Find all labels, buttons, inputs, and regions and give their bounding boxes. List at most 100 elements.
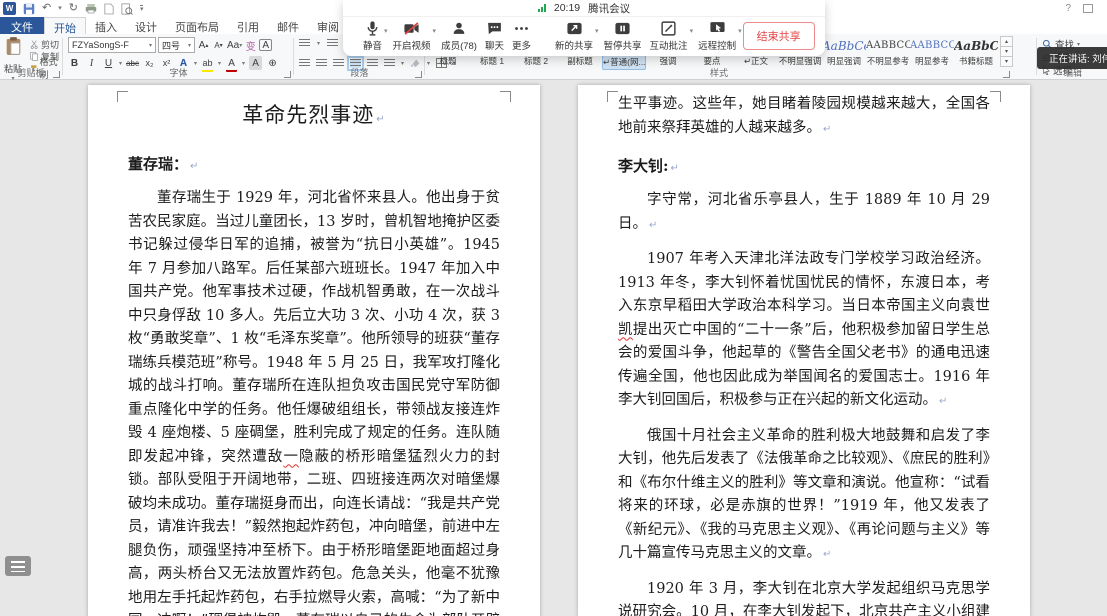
paragraph-dialog-launcher[interactable]	[415, 71, 422, 78]
copy-icon	[30, 52, 39, 61]
annotate-caret-icon[interactable]: ▾	[690, 27, 694, 35]
tab-references[interactable]: 引用	[228, 17, 268, 34]
cut-icon	[30, 40, 39, 49]
start-video-button[interactable]: 开启视频	[389, 20, 435, 52]
network-signal-icon	[538, 4, 546, 12]
ellipsis-icon	[513, 20, 530, 37]
mute-options-caret-icon[interactable]: ▾	[384, 27, 388, 35]
font-name-select[interactable]: FZYaSongS-F▾	[68, 37, 156, 53]
print-preview-icon[interactable]	[121, 3, 133, 15]
members-button[interactable]: 成员(78)	[437, 20, 481, 52]
undo-caret-icon[interactable]: ▾	[58, 2, 62, 15]
font-size-select[interactable]: 四号▾	[158, 37, 195, 53]
end-share-button[interactable]: 结束共享	[743, 22, 815, 50]
document-title[interactable]: 革命先烈事迹↵	[128, 99, 500, 129]
new-document-icon[interactable]	[104, 3, 114, 15]
ribbon-options-icon[interactable]	[1083, 4, 1093, 13]
document-page-2: 生平事迹。这些年，她目睹着陵园规模越来越大，全国各地前来祭拜英雄的人越来越多。↵…	[578, 85, 1030, 616]
more-button[interactable]: 更多	[508, 20, 535, 52]
paragraph[interactable]: 俄国十月社会主义革命的胜利极大地鼓舞和启发了李大钊，他先后发表了《法俄革命之比较…	[618, 425, 990, 567]
shrink-font-button[interactable]: A▾	[212, 38, 225, 52]
microphone-icon	[364, 20, 381, 37]
grow-font-button[interactable]: A▴	[197, 38, 210, 52]
document-area: 革命先烈事迹↵ 董存瑞：↵ 董存瑞生于 1929 年，河北省怀来县人。他出身于贫…	[0, 81, 1107, 616]
margin-crop-mark	[990, 91, 1001, 102]
save-icon[interactable]	[23, 3, 35, 15]
tab-review[interactable]: 审阅	[308, 17, 348, 34]
tab-mailings[interactable]: 邮件	[268, 17, 308, 34]
mute-button[interactable]: 静音	[359, 20, 386, 52]
pause-share-button[interactable]: 暂停共享	[600, 20, 646, 52]
paragraph[interactable]: 生平事迹。这些年，她目睹着陵园规模越来越大，全国各地前来祭拜英雄的人越来越多。↵	[618, 93, 990, 141]
font-name-caret-icon: ▾	[149, 42, 152, 49]
paragraph-mark: ↵	[823, 124, 831, 135]
redo-button[interactable]: ↻	[69, 2, 78, 15]
annotation-panel-button[interactable]	[5, 556, 31, 576]
group-clipboard: 粘贴 ▾ 剪切 复制 格式刷 剪贴板	[0, 34, 62, 80]
numbering-icon[interactable]	[327, 39, 338, 48]
paragraph-mark: ↵	[376, 114, 385, 125]
style-book-title[interactable]: AaBbCcD.书籍标题	[954, 36, 998, 70]
quick-access-toolbar: W ↶ ▾ ↻ ▾	[3, 1, 143, 16]
remote-control-button[interactable]: 远程控制	[694, 20, 740, 52]
annotation-pen-icon	[660, 20, 677, 37]
speaking-toast: 正在讲话: 刘伟	[1037, 47, 1107, 69]
meeting-buttons-row: 静音 ▾ 开启视频 ▾ 成员(78) 聊天 更多 新	[343, 17, 825, 55]
speaking-text: 正在讲话: 刘伟	[1049, 51, 1107, 65]
printer-icon[interactable]	[85, 3, 97, 14]
meeting-app-name: 腾讯会议	[588, 1, 630, 16]
paragraph[interactable]: 董存瑞生于 1929 年，河北省怀来县人。他出身于贫苦农民家庭。当过儿童团长，1…	[128, 187, 500, 616]
qat-customize-icon[interactable]: ▾	[140, 5, 144, 13]
font-size-caret-icon: ▾	[188, 42, 191, 49]
annotate-button[interactable]: 互动批注	[646, 20, 692, 52]
help-icon[interactable]: ?	[1065, 3, 1071, 14]
tab-page-layout[interactable]: 页面布局	[166, 17, 228, 34]
bullets-icon[interactable]	[299, 39, 310, 48]
cut-button[interactable]: 剪切	[30, 38, 62, 50]
paragraph[interactable]: 字守常，河北省乐亭县人，生于 1889 年 10 月 29 日。↵	[618, 189, 990, 237]
pause-icon	[613, 20, 632, 37]
paste-icon	[5, 36, 22, 57]
share-options-caret-icon[interactable]: ▾	[595, 27, 599, 35]
section-heading-dongcunrui[interactable]: 董存瑞：↵	[128, 153, 500, 174]
meeting-time: 20:19	[554, 2, 580, 14]
style-intense-reference[interactable]: AABBCCI明显参考	[910, 36, 954, 70]
font-dialog-launcher[interactable]	[284, 71, 291, 78]
paragraph[interactable]: 1907 年考入天津北洋法政专门学校学习政治经济。1913 年冬，李大钊怀着忧国…	[618, 248, 990, 414]
share-screen-icon	[565, 20, 584, 37]
chat-bubble-icon	[486, 20, 503, 37]
window-controls: ?	[1065, 3, 1093, 14]
paragraph-mark: ↵	[939, 396, 947, 407]
video-options-caret-icon[interactable]: ▾	[433, 27, 437, 35]
style-intense-emphasis[interactable]: AaBbCcD.明显强调	[822, 36, 866, 70]
word-app-icon: W	[3, 2, 16, 15]
paragraph-mark: ↵	[190, 161, 198, 172]
character-border-button[interactable]: A	[259, 39, 272, 51]
chat-button[interactable]: 聊天	[481, 20, 508, 52]
undo-button[interactable]: ↶	[42, 2, 51, 15]
paragraph[interactable]: 1920 年 3 月，李大钊在北京大学发起组织马克思学说研究会。10 月，在李大…	[618, 578, 990, 616]
meeting-status-bar[interactable]: 20:19 腾讯会议	[343, 0, 825, 17]
camera-off-icon	[402, 20, 421, 37]
paragraph-mark: ↵	[823, 549, 831, 560]
tab-home[interactable]: 开始	[44, 17, 86, 34]
remote-caret-icon[interactable]: ▾	[738, 27, 742, 35]
spellcheck-red-underline: 一	[283, 449, 299, 465]
clipboard-dialog-launcher[interactable]	[53, 71, 60, 78]
phonetic-guide-button[interactable]: 变	[244, 38, 257, 52]
section-heading-lidazhao[interactable]: 李大钊:↵	[618, 155, 990, 176]
tab-design[interactable]: 设计	[126, 17, 166, 34]
margin-crop-mark	[117, 91, 128, 102]
screen: W ↶ ▾ ↻ ▾ ? 文件 开始 插入 设计 页面布局 引用 邮件 审阅 视图…	[0, 0, 1107, 616]
styles-dialog-launcher[interactable]	[1003, 71, 1010, 78]
margin-crop-mark	[500, 91, 511, 102]
person-icon	[451, 20, 467, 37]
tab-insert[interactable]: 插入	[86, 17, 126, 34]
new-share-button[interactable]: 新的共享	[551, 20, 597, 52]
group-font: FZYaSongS-F▾ 四号▾ A▴ A▾ Aa▾ 变 A B I U ▾ a…	[64, 34, 293, 80]
styles-gallery-scroll: ▴ ▾ ▾	[1000, 36, 1013, 66]
change-case-button[interactable]: Aa▾	[227, 38, 242, 52]
tab-file[interactable]: 文件	[0, 17, 44, 34]
style-subtle-reference[interactable]: AABBCCD不明显参考	[866, 36, 910, 70]
spellcheck-red-underline: 凯	[618, 322, 633, 338]
